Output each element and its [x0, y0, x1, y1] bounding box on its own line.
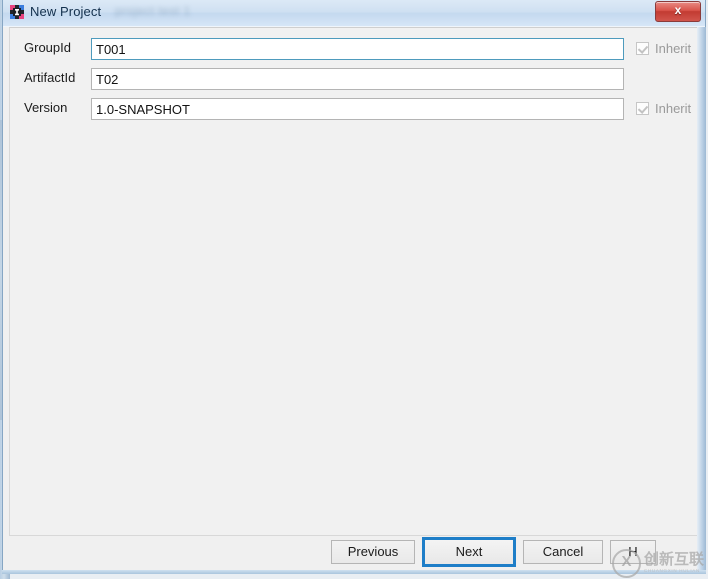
close-icon: x — [674, 3, 682, 17]
groupid-label: GroupId — [24, 40, 71, 55]
form-panel: GroupId Inherit ArtifactId Version Inher… — [9, 27, 699, 536]
cancel-button[interactable]: Cancel — [523, 540, 603, 564]
checkbox-checked-icon — [636, 102, 649, 115]
version-label: Version — [24, 100, 68, 115]
form-row-artifactid: ArtifactId — [10, 68, 698, 92]
groupid-inherit-checkbox[interactable]: Inherit — [636, 41, 691, 56]
window-right-frame-edge — [697, 27, 706, 572]
artifactid-label: ArtifactId — [24, 70, 76, 85]
watermark-logo: X 创新互联 CHUANGXIN HULIAN — [612, 548, 708, 578]
background-window-title-blurred: project test 1 — [115, 4, 191, 18]
groupid-input[interactable] — [91, 38, 624, 60]
watermark-circle-x-icon: X — [612, 548, 641, 578]
window-bottom-frame-edge — [2, 570, 706, 574]
checkbox-checked-icon — [636, 42, 649, 55]
watermark-x-glyph: X — [621, 552, 632, 570]
groupid-inherit-label: Inherit — [655, 41, 692, 56]
watermark-pinyin: CHUANGXIN HULIAN — [644, 568, 700, 574]
window-title: New Project — [30, 4, 102, 19]
next-button[interactable]: Next — [422, 537, 516, 567]
version-inherit-checkbox[interactable]: Inherit — [636, 101, 691, 116]
version-inherit-label: Inherit — [655, 101, 692, 116]
watermark-name: 创新互联 — [644, 550, 705, 569]
form-row-groupid: GroupId Inherit — [10, 38, 698, 62]
close-button[interactable]: x — [655, 1, 701, 22]
title-bar[interactable]: New Project project test 1 x — [3, 0, 705, 27]
intellij-idea-icon — [10, 5, 24, 19]
previous-button[interactable]: Previous — [331, 540, 415, 564]
artifactid-input[interactable] — [91, 68, 624, 90]
form-row-version: Version Inherit — [10, 98, 698, 122]
version-input[interactable] — [91, 98, 624, 120]
new-project-dialog: New Project project test 1 x GroupId Inh… — [2, 0, 706, 573]
dialog-button-bar: Previous Next Cancel H — [6, 536, 696, 570]
